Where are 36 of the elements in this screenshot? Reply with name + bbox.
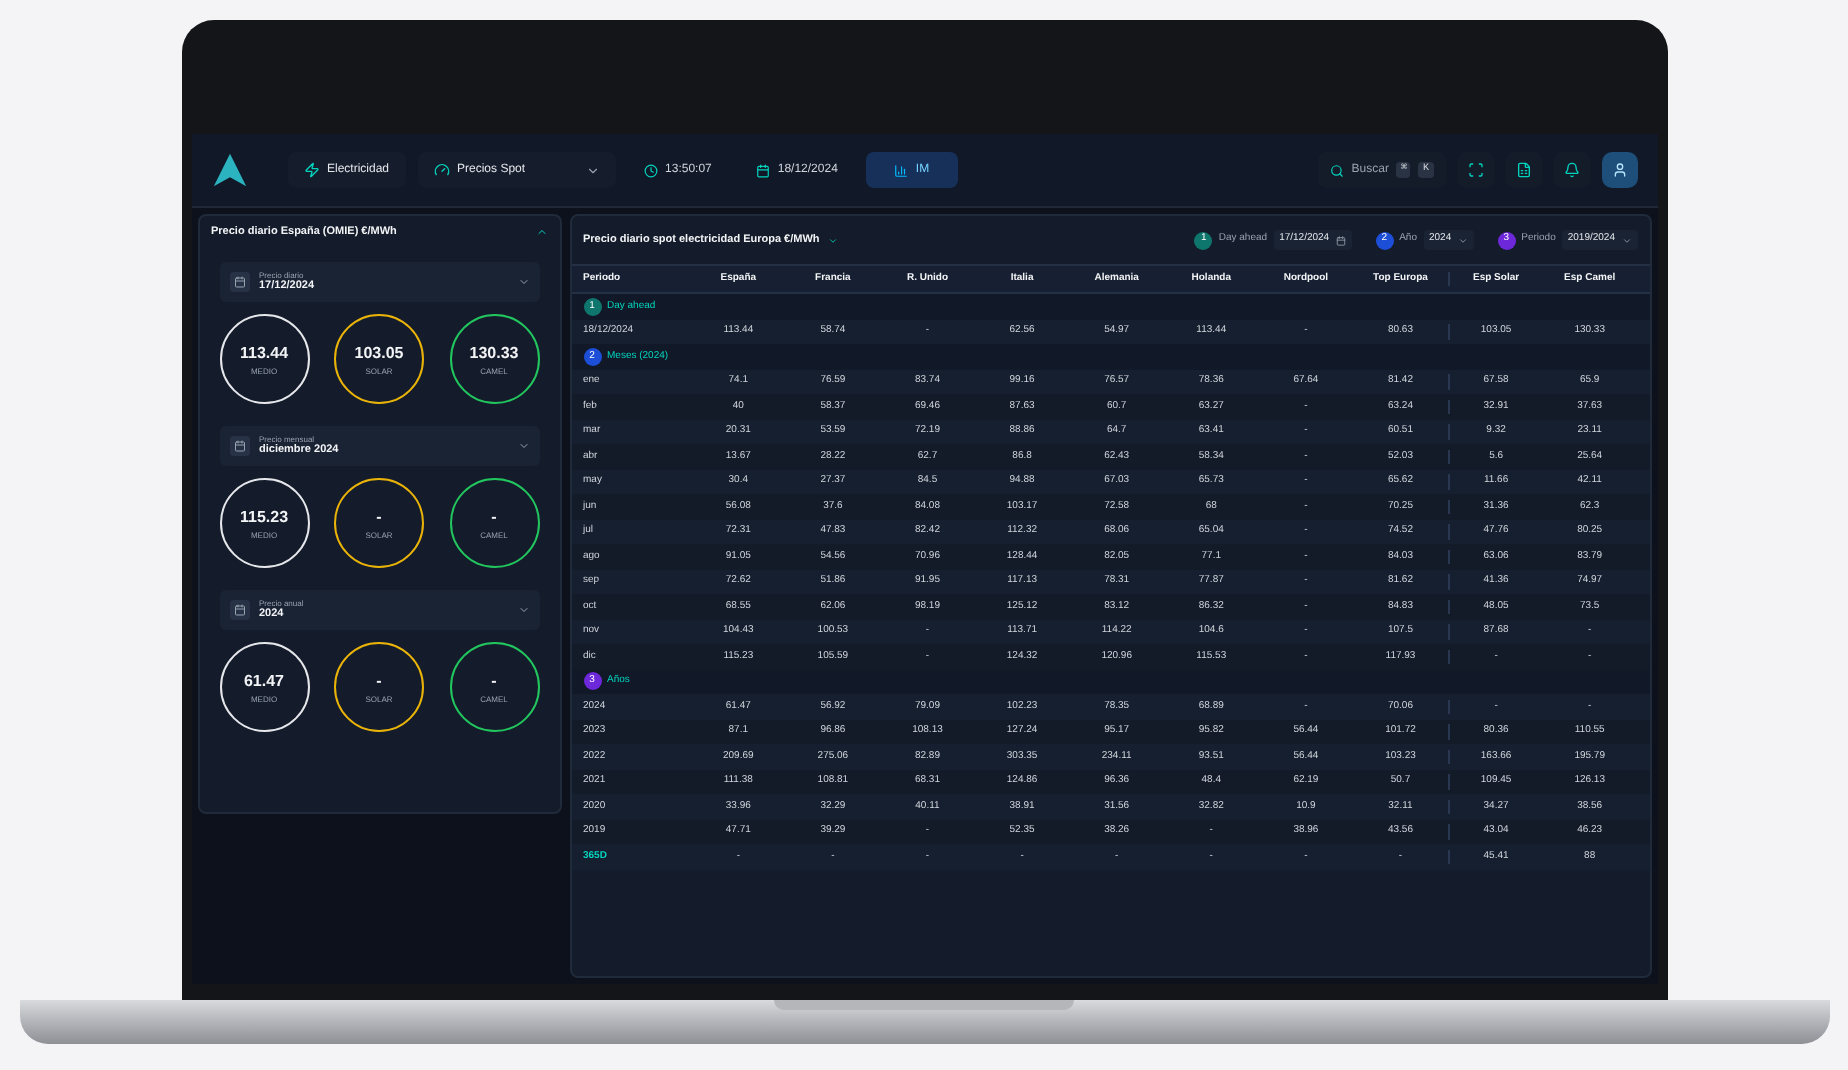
fullscreen-button[interactable] <box>1457 152 1493 188</box>
logo-icon <box>211 152 247 188</box>
price-value: - <box>491 505 497 529</box>
person-icon <box>1611 162 1627 178</box>
calendar-icon <box>755 163 770 177</box>
user-avatar[interactable] <box>1601 152 1637 188</box>
chevron-down-icon[interactable] <box>827 235 838 245</box>
price-value: - <box>376 669 382 693</box>
export-button[interactable] <box>1505 152 1541 188</box>
clock-icon <box>643 163 658 177</box>
price-value: - <box>491 669 497 693</box>
fullscreen-icon <box>1467 162 1483 178</box>
gauge-icon <box>433 162 450 178</box>
calendar-icon <box>229 272 249 292</box>
price-value: - <box>376 505 382 529</box>
bar-chart-icon <box>893 163 908 177</box>
chevron-down-icon <box>1621 235 1631 245</box>
chevron-down-icon <box>517 276 529 288</box>
price-value: 61.47 <box>243 669 285 693</box>
bell-icon <box>1563 162 1579 178</box>
price-value: 130.33 <box>469 341 519 365</box>
price-value: 113.44 <box>239 341 289 365</box>
notifications-button[interactable] <box>1553 152 1589 188</box>
calendar-icon <box>229 436 249 456</box>
chevron-down-icon <box>517 604 529 616</box>
chevron-down-icon <box>517 440 529 452</box>
document-icon <box>1515 162 1531 178</box>
chevron-down-icon <box>585 163 600 177</box>
price-value: 103.05 <box>354 341 404 365</box>
lightning-icon <box>303 162 319 178</box>
calendar-icon <box>1335 235 1346 245</box>
chevron-up-icon[interactable] <box>535 226 547 238</box>
calendar-icon <box>229 600 249 620</box>
search-icon <box>1329 163 1344 177</box>
chevron-down-icon <box>1457 235 1468 245</box>
price-value: 115.23 <box>239 505 289 529</box>
